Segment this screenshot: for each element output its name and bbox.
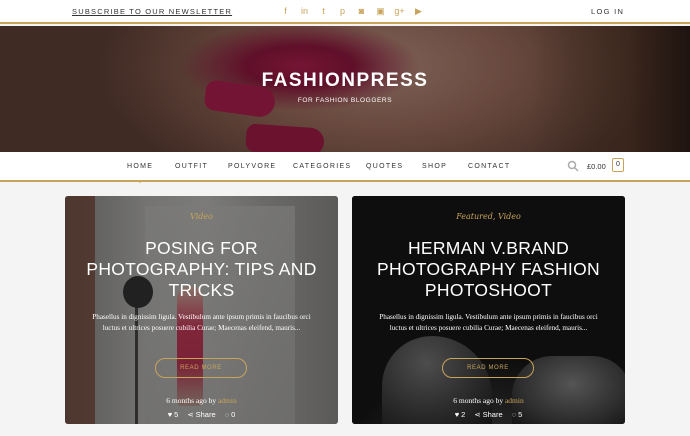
pinterest-icon[interactable]: p [333,5,352,17]
nav-item-polyvore[interactable]: POLYVORE [228,163,276,170]
post-meta: 6 months ago by admin [65,396,338,405]
share-button[interactable]: ⋖ Share [474,410,502,419]
post-actions: ♥ 2 ⋖ Share ◌ 5 [352,410,625,419]
search-icon[interactable] [567,160,579,172]
read-more-button[interactable]: READ MORE [442,358,534,378]
share-label: Share [195,410,216,419]
social-links: f in t p ◙ ▣ g+ ▶ [276,5,428,17]
comments-button[interactable]: ◌ 5 [512,410,523,419]
share-button[interactable]: ⋖ Share [187,410,215,419]
post-author[interactable]: admin [505,396,524,405]
heart-icon: ♥ [167,410,173,419]
cart-count-badge[interactable]: 0 [612,158,624,172]
login-link[interactable]: LOG IN [591,7,624,16]
post-title[interactable]: POSING FOR PHOTOGRAPHY: TIPS AND TRICKS [79,238,324,301]
post-category[interactable]: Video [65,212,338,221]
twitter-icon[interactable]: t [314,5,333,17]
facebook-icon[interactable]: f [276,5,295,17]
share-icon: ⋖ [187,410,194,419]
post-time: 6 months ago by [166,396,217,405]
post-time: 6 months ago by [453,396,504,405]
share-label: Share [482,410,503,419]
nav-item-categories[interactable]: CATEGORIES [293,163,351,170]
like-count: 2 [461,410,466,419]
newsletter-link[interactable]: SUBSCRIBE TO OUR NEWSLETTER [72,7,232,16]
nav-item-shop[interactable]: SHOP [422,163,447,170]
post-content: Video POSING FOR PHOTOGRAPHY: TIPS AND T… [65,196,338,424]
comment-icon: ◌ [511,410,517,419]
instagram-icon[interactable]: ◙ [352,5,371,17]
main-nav: HOME OUTFIT POLYVORE CATEGORIES QUOTES S… [0,152,690,183]
comment-icon: ◌ [224,410,230,419]
nav-item-contact[interactable]: CONTACT [468,163,510,170]
like-button[interactable]: ♥ 5 [168,410,179,419]
heart-icon: ♥ [454,410,460,419]
post-meta: 6 months ago by admin [352,396,625,405]
post-excerpt: Phasellus in dignissim ligula. Vestibulu… [379,313,598,332]
post-category[interactable]: Featured, Video [352,212,625,221]
read-more-button[interactable]: READ MORE [155,358,247,378]
nav-item-outfit[interactable]: OUTFIT [175,163,208,170]
cart-total[interactable]: £0.00 [587,162,606,171]
post-content: Featured, Video HERMAN V.BRAND PHOTOGRAP… [352,196,625,424]
comment-count: 0 [231,410,236,419]
post-card: Video POSING FOR PHOTOGRAPHY: TIPS AND T… [65,196,338,424]
flickr-icon[interactable]: ▣ [371,5,390,17]
linkedin-icon[interactable]: in [295,5,314,17]
post-author[interactable]: admin [218,396,237,405]
top-bar: SUBSCRIBE TO OUR NEWSLETTER f in t p ◙ ▣… [0,0,690,24]
hero-banner: FASHIONPRESS FOR FASHION BLOGGERS [0,26,690,152]
post-actions: ♥ 5 ⋖ Share ◌ 0 [65,410,338,419]
googleplus-icon[interactable]: g+ [390,5,409,17]
like-count: 5 [174,410,179,419]
nav-item-home[interactable]: HOME [127,163,153,183]
share-icon: ⋖ [474,410,481,419]
site-tagline: FOR FASHION BLOGGERS [297,97,393,104]
nav-item-quotes[interactable]: QUOTES [366,163,403,170]
comments-button[interactable]: ◌ 0 [225,410,236,419]
youtube-icon[interactable]: ▶ [409,5,428,17]
post-title[interactable]: HERMAN V.BRAND PHOTOGRAPHY FASHION PHOTO… [366,238,611,301]
post-card: Featured, Video HERMAN V.BRAND PHOTOGRAP… [352,196,625,424]
post-excerpt: Phasellus in dignissim ligula. Vestibulu… [92,313,311,332]
site-title[interactable]: FASHIONPRESS [0,70,690,92]
like-button[interactable]: ♥ 2 [455,410,466,419]
comment-count: 5 [518,410,523,419]
